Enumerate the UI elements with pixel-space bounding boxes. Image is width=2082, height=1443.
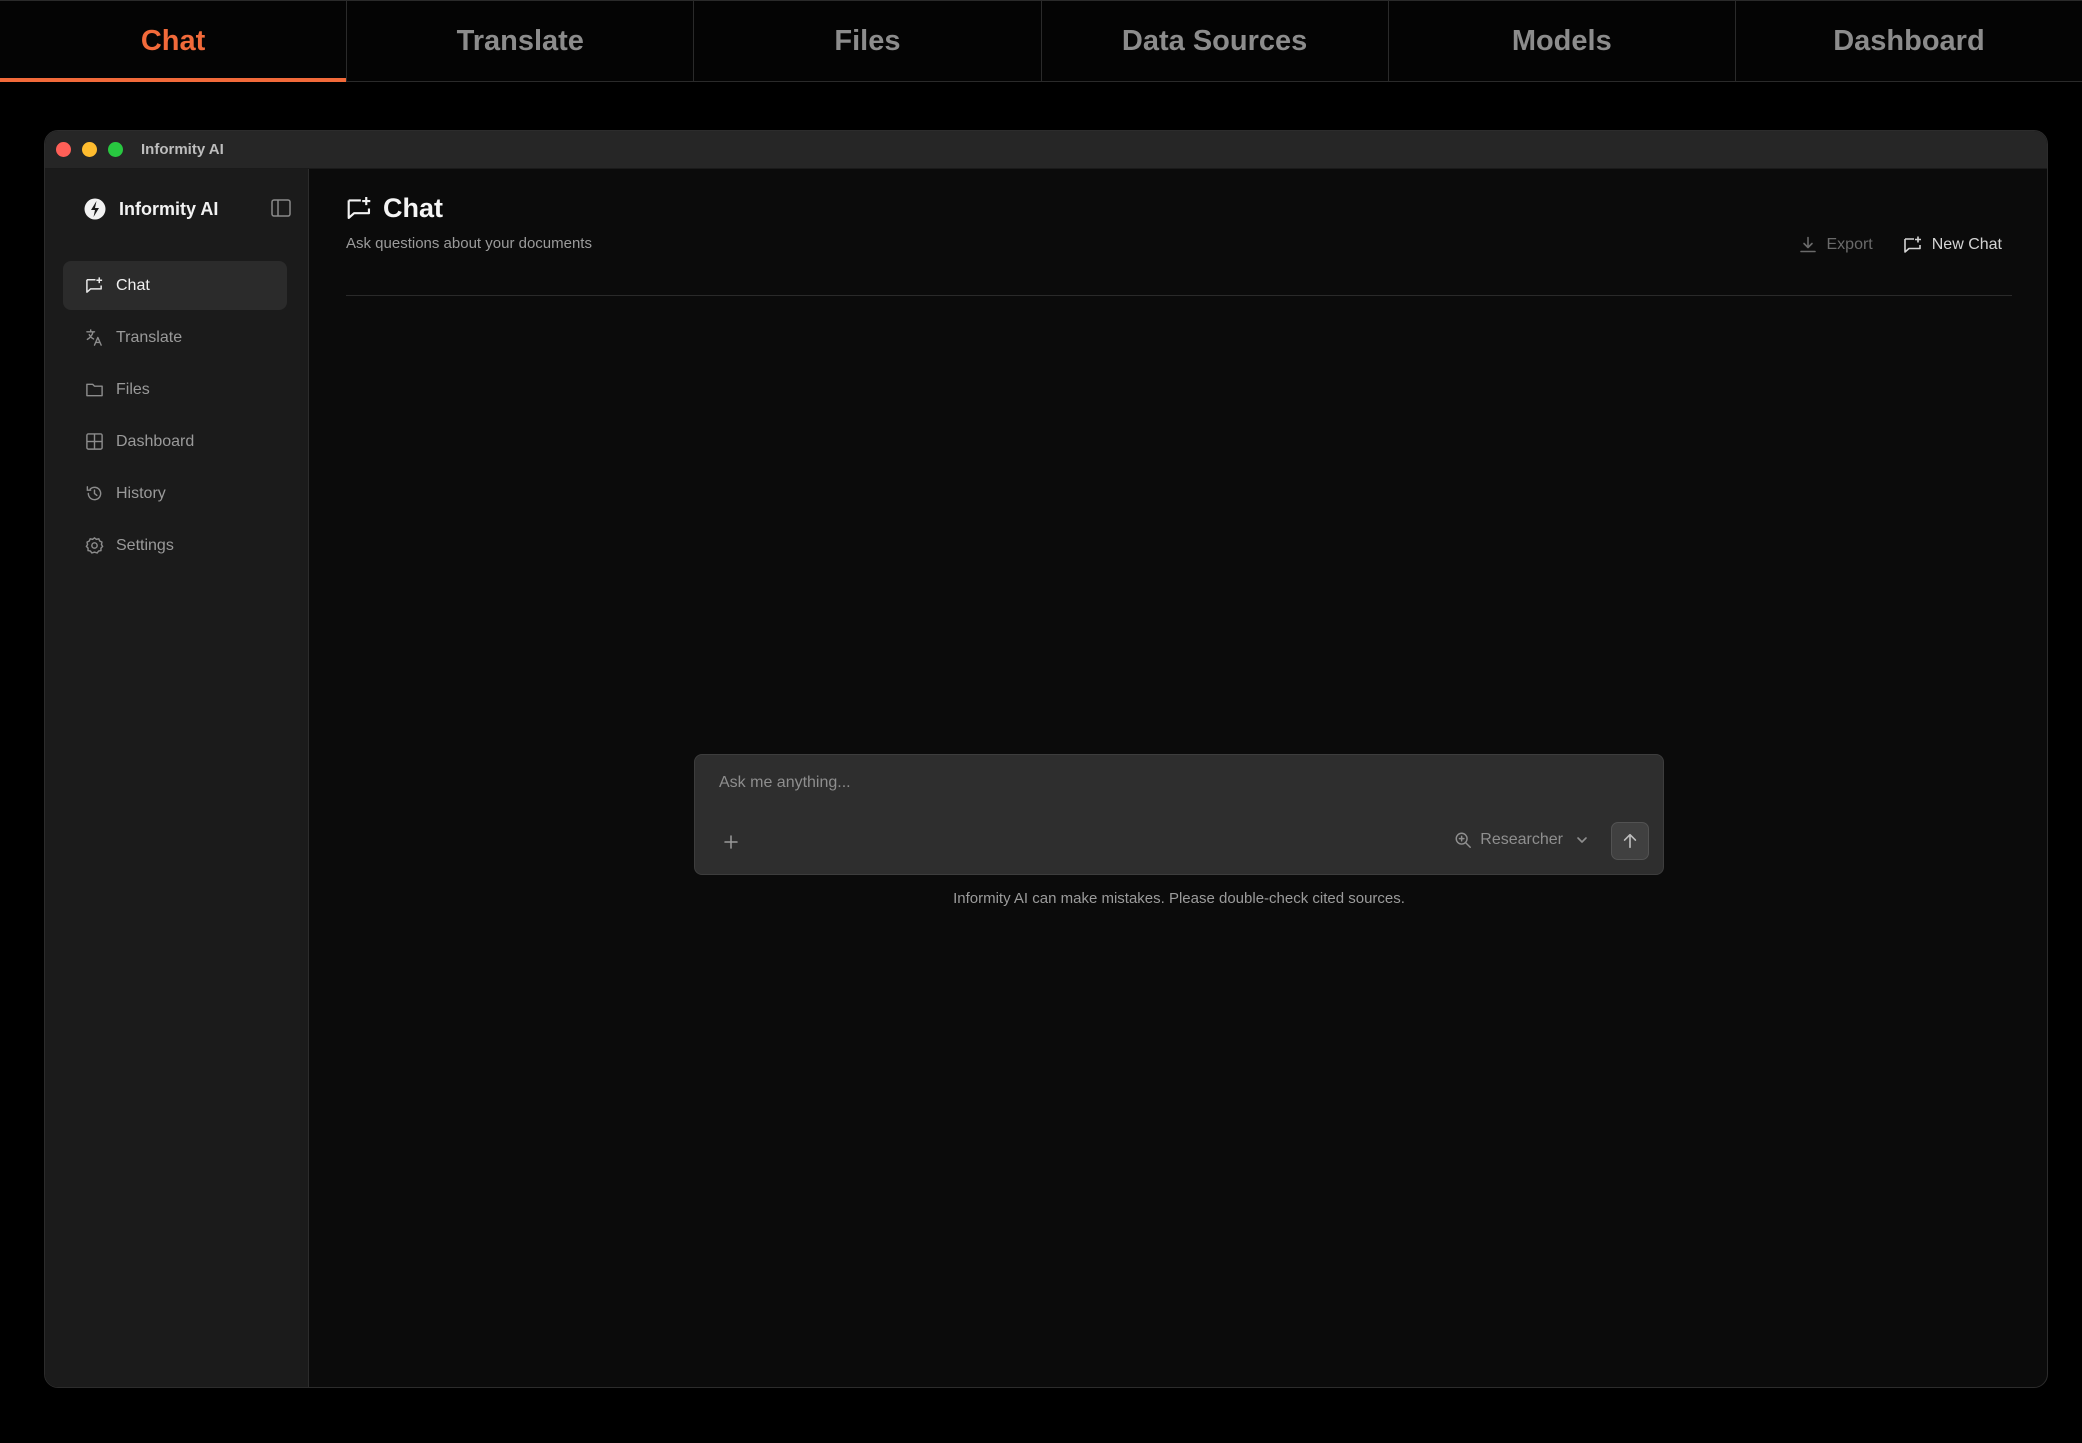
mode-label: Researcher bbox=[1480, 831, 1563, 848]
search-icon bbox=[1455, 832, 1472, 848]
close-window-button[interactable] bbox=[56, 142, 71, 157]
gear-icon bbox=[85, 537, 104, 554]
export-label: Export bbox=[1826, 236, 1873, 253]
tab-chat[interactable]: Chat bbox=[0, 1, 348, 82]
chevron-down-icon bbox=[1577, 837, 1587, 843]
main-content: Chat Ask questions about your documents … bbox=[309, 169, 2047, 1387]
sidebar-item-history[interactable]: History bbox=[63, 469, 287, 518]
app-window: Informity AI Informity AI Chat Translate… bbox=[44, 130, 2048, 1388]
sidebar-item-settings[interactable]: Settings bbox=[63, 521, 287, 570]
header-actions: Export New Chat bbox=[1798, 235, 2002, 255]
tab-dashboard[interactable]: Dashboard bbox=[1736, 1, 2082, 81]
informity-logo-icon bbox=[84, 198, 106, 220]
download-icon bbox=[1799, 236, 1816, 253]
sidebar-item-label: Dashboard bbox=[116, 432, 195, 450]
tab-data-sources[interactable]: Data Sources bbox=[1042, 1, 1389, 81]
arrow-up-icon bbox=[1623, 833, 1637, 849]
sidebar-item-label: History bbox=[116, 484, 166, 502]
sidebar-nav: Chat Translate Files Dashboard History S… bbox=[63, 261, 287, 573]
page-header: Chat Ask questions about your documents … bbox=[346, 193, 2012, 296]
export-button[interactable]: Export bbox=[1798, 235, 1873, 255]
brand-name: Informity AI bbox=[119, 198, 219, 219]
grid-icon bbox=[86, 433, 103, 450]
page-subtitle: Ask questions about your documents bbox=[346, 235, 592, 252]
brand: Informity AI bbox=[83, 197, 218, 221]
folder-icon bbox=[86, 383, 103, 397]
window-controls bbox=[56, 142, 123, 157]
chat-plus-icon bbox=[347, 197, 371, 220]
minimize-window-button[interactable] bbox=[82, 142, 97, 157]
sidebar-item-dashboard[interactable]: Dashboard bbox=[63, 417, 287, 466]
send-button[interactable] bbox=[1611, 822, 1649, 860]
maximize-window-button[interactable] bbox=[108, 142, 123, 157]
sidebar-item-label: Settings bbox=[116, 536, 174, 554]
new-chat-button[interactable]: New Chat bbox=[1903, 235, 2002, 255]
page-title: Chat bbox=[383, 193, 443, 223]
chat-plus-icon bbox=[1903, 236, 1921, 253]
chat-plus-icon bbox=[86, 277, 103, 293]
tab-models[interactable]: Models bbox=[1389, 1, 1736, 81]
attach-plus-icon[interactable] bbox=[721, 832, 741, 852]
tab-files[interactable]: Files bbox=[694, 1, 1042, 81]
sidebar-item-label: Chat bbox=[116, 276, 150, 294]
new-chat-label: New Chat bbox=[1931, 236, 2002, 253]
sidebar-item-translate[interactable]: Translate bbox=[63, 313, 287, 362]
window-title: Informity AI bbox=[141, 141, 224, 158]
mode-selector[interactable]: Researcher bbox=[1454, 831, 1589, 849]
disclaimer-text: Informity AI can make mistakes. Please d… bbox=[953, 890, 1405, 907]
history-icon bbox=[86, 486, 102, 501]
top-tab-bar: Chat Translate Files Data Sources Models… bbox=[0, 0, 2082, 82]
chat-input[interactable] bbox=[717, 769, 1637, 797]
sidebar-toggle-icon[interactable] bbox=[271, 199, 291, 217]
chat-composer: Researcher bbox=[694, 754, 1664, 875]
sidebar-item-files[interactable]: Files bbox=[63, 365, 287, 414]
sidebar-item-chat[interactable]: Chat bbox=[63, 261, 287, 310]
sidebar: Informity AI Chat Translate Files Dashbo… bbox=[45, 169, 309, 1387]
sidebar-item-label: Translate bbox=[116, 328, 183, 346]
sidebar-item-label: Files bbox=[116, 380, 150, 398]
translate-icon bbox=[86, 329, 102, 346]
window-titlebar: Informity AI bbox=[45, 131, 2047, 169]
tab-translate[interactable]: Translate bbox=[347, 1, 695, 81]
